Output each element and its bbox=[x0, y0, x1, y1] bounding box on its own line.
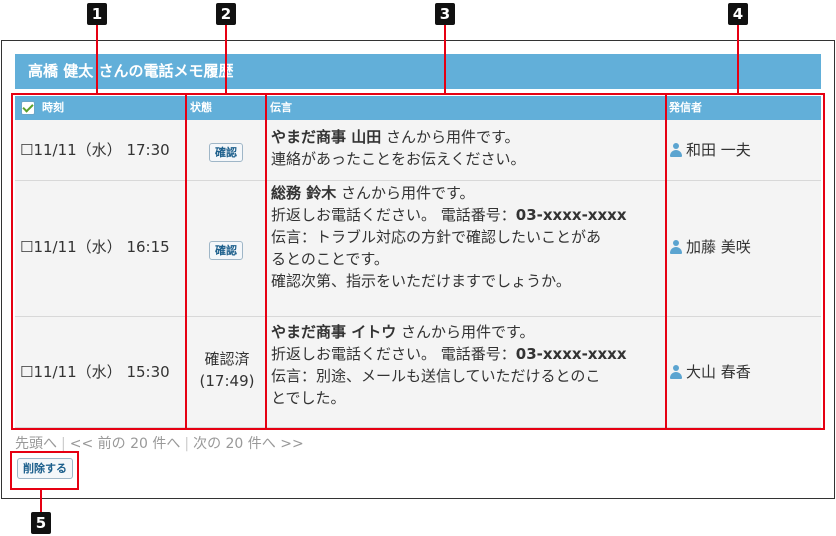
user-icon bbox=[669, 240, 683, 254]
message-line: 伝言：別途、メールも送信していただけるとのこ bbox=[271, 367, 601, 385]
caller-name: やまだ商事 山田 bbox=[271, 128, 382, 146]
column-header-status: 状態 bbox=[190, 101, 212, 114]
sender-name[interactable]: 和田 一夫 bbox=[686, 141, 751, 159]
row-message: 総務 鈴木 さんから用件です。 折返しお電話ください。 電話番号：03-xxxx… bbox=[271, 182, 627, 292]
callout-line-4 bbox=[737, 24, 739, 94]
row-sender[interactable]: 和田 一夫 bbox=[669, 139, 751, 161]
confirm-button[interactable]: 確認 bbox=[209, 143, 243, 162]
pagination: 先頭へ | << 前の 20 件へ | 次の 20 件へ >> bbox=[15, 436, 304, 452]
row-sender[interactable]: 大山 春香 bbox=[669, 361, 751, 383]
caller-suffix: さんから用件です。 bbox=[396, 323, 535, 341]
message-line: 連絡があったことをお伝えください。 bbox=[271, 150, 526, 168]
caller-name: やまだ商事 イトウ bbox=[271, 323, 397, 341]
row-time[interactable]: ☐11/11（水） 15:30 bbox=[20, 361, 170, 383]
callout-line-3 bbox=[444, 24, 446, 94]
sender-name[interactable]: 大山 春香 bbox=[686, 363, 751, 381]
user-icon bbox=[669, 365, 683, 379]
callout-marker-1: 1 bbox=[87, 3, 107, 25]
caller-name: 総務 鈴木 bbox=[271, 184, 337, 202]
row-time[interactable]: ☐11/11（水） 16:15 bbox=[20, 236, 170, 258]
callout-line-2 bbox=[225, 24, 227, 94]
pager-first[interactable]: 先頭へ bbox=[15, 436, 57, 452]
delete-button[interactable]: 削除する bbox=[17, 458, 73, 479]
caller-suffix: さんから用件です。 bbox=[336, 184, 475, 202]
status-confirmed-time: (17:49) bbox=[199, 372, 255, 390]
page-title: 高橋 健太 さんの電話メモ履歴 bbox=[15, 54, 821, 89]
row-status: 確認 bbox=[187, 238, 265, 260]
user-icon bbox=[669, 143, 683, 157]
row-message: やまだ商事 山田 さんから用件です。 連絡があったことをお伝えください。 bbox=[271, 126, 526, 170]
row-time[interactable]: ☐11/11（水） 17:30 bbox=[20, 139, 170, 161]
status-confirmed: 確認済 bbox=[204, 350, 250, 368]
message-line: 確認次第、指示をいただけますでしょうか。 bbox=[271, 272, 571, 290]
column-header-message: 伝言 bbox=[270, 101, 292, 114]
sender-name[interactable]: 加藤 美咲 bbox=[686, 238, 751, 256]
row-status: 確認 bbox=[187, 140, 265, 162]
callout-marker-3: 3 bbox=[435, 3, 455, 25]
row-status: 確認済 (17:49) bbox=[187, 348, 267, 392]
column-header-time[interactable]: 時刻 bbox=[42, 96, 64, 120]
phone-number: 03-xxxx-xxxx bbox=[515, 345, 627, 363]
callout-line-1 bbox=[96, 24, 98, 94]
column-divider bbox=[665, 120, 666, 428]
callout-marker-2: 2 bbox=[216, 3, 236, 25]
row-message: やまだ商事 イトウ さんから用件です。 折返しお電話ください。 電話番号：03-… bbox=[271, 321, 627, 409]
callout-marker-4: 4 bbox=[728, 3, 748, 25]
pager-prev[interactable]: << 前の 20 件へ bbox=[70, 436, 181, 452]
callout-line-5 bbox=[40, 489, 42, 513]
callback-text: 折返しお電話ください。 電話番号： bbox=[271, 345, 516, 363]
callout-marker-5: 5 bbox=[31, 512, 51, 534]
select-all-checkbox[interactable] bbox=[21, 101, 35, 115]
phone-number: 03-xxxx-xxxx bbox=[515, 206, 627, 224]
message-line: 伝言：トラブル対応の方針で確認したいことがあ bbox=[271, 228, 602, 246]
message-line: るとのことです。 bbox=[271, 250, 389, 268]
pager-next[interactable]: 次の 20 件へ >> bbox=[193, 436, 304, 452]
caller-suffix: さんから用件です。 bbox=[381, 128, 520, 146]
confirm-button[interactable]: 確認 bbox=[209, 241, 243, 260]
callback-text: 折返しお電話ください。 電話番号： bbox=[271, 206, 516, 224]
column-header-sender: 発信者 bbox=[669, 101, 702, 114]
message-line: とでした。 bbox=[271, 389, 346, 407]
row-sender[interactable]: 加藤 美咲 bbox=[669, 236, 751, 258]
